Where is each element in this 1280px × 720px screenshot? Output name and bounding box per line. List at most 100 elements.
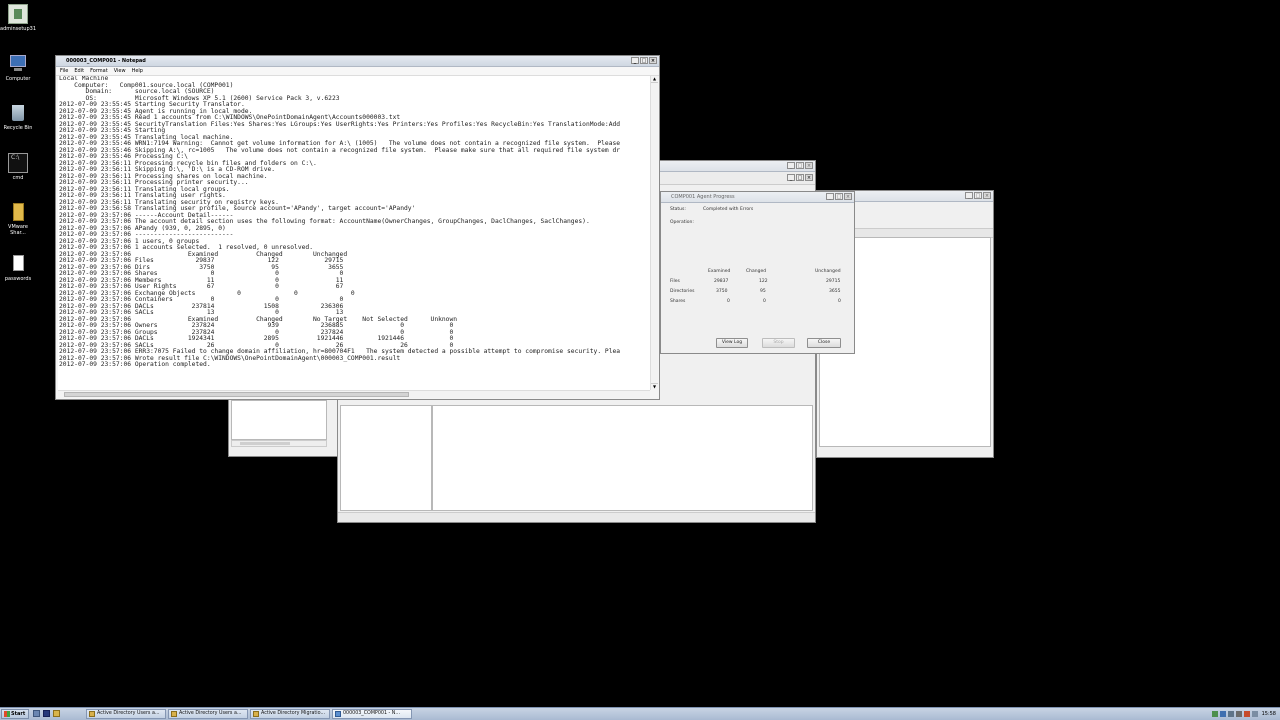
notepad-vertical-scrollbar[interactable]: ▲ ▼ [650,76,658,390]
menu-edit[interactable]: Edit [74,67,84,75]
close-icon[interactable]: × [649,57,657,64]
taskbar-item-label: Active Directory Users a... [97,711,160,716]
menu-format[interactable]: Format [90,67,108,75]
row-directories-unchanged: 3655 [829,289,841,294]
taskbar: Start Active Directory Users a... Active… [0,707,1280,720]
background-window-admt[interactable] [228,395,340,457]
vmware-tools-icon[interactable] [1235,711,1242,717]
speaker-icon[interactable] [1251,711,1258,717]
menu-file[interactable]: File [60,67,68,75]
minimize-icon[interactable]: _ [631,57,639,64]
windows-logo-icon [4,711,10,717]
installer-icon [8,4,28,24]
row-label-shares: Shares [670,299,686,304]
quick-launch [33,710,60,717]
aduc-icon [171,711,177,717]
close-button[interactable]: Close [807,338,841,348]
scroll-up-arrow-icon[interactable]: ▲ [651,76,658,83]
scroll-down-arrow-icon[interactable]: ▼ [651,383,658,390]
desktop-icon-label: VMware Shar... [8,224,28,236]
desktop-icon-label: passwords [4,276,32,282]
taskbar-item-admt[interactable]: Active Directory Migratio... [250,709,330,719]
notepad-icon [335,711,341,717]
row-files-unchanged: 29715 [826,279,841,284]
taskbar-item-aduc-1[interactable]: Active Directory Users a... [86,709,166,719]
maximize-icon[interactable]: □ [796,162,804,169]
maximize-icon[interactable]: □ [835,193,843,200]
agent-progress-title: COMP001 Agent Progress [671,194,735,200]
taskbar-item-aduc-2[interactable]: Active Directory Users a... [168,709,248,719]
view-log-button[interactable]: View Log [716,338,748,348]
agent-progress-titlebar[interactable]: COMP001 Agent Progress _ □ × [661,192,854,203]
start-label: Start [11,711,26,717]
aduc-1-details-pane[interactable] [432,405,813,511]
taskbar-item-label: Active Directory Migratio... [261,711,326,716]
network-icon[interactable] [1211,711,1218,717]
system-tray: 15:58 [1211,710,1278,718]
maximize-icon[interactable]: □ [974,192,982,199]
notepad-horizontal-scrollbar[interactable] [58,390,650,398]
desktop-icon-label: Computer [5,76,31,82]
column-header-unchanged: Unchanged [815,269,841,274]
volume-icon[interactable] [1227,711,1234,717]
powershell-icon[interactable] [43,710,50,717]
minimize-icon[interactable]: _ [787,162,795,169]
desktop-icon-recycle-bin[interactable]: Recycle Bin [0,103,36,131]
row-label-directories: Directories [670,289,695,294]
menu-help[interactable]: Help [132,67,143,75]
flag-icon[interactable] [1243,711,1250,717]
agent-progress-dialog[interactable]: COMP001 Agent Progress _ □ × Status: Com… [660,191,855,354]
minimize-icon[interactable]: _ [787,174,795,181]
menu-view[interactable]: View [114,67,126,75]
desktop-icon-computer[interactable]: Computer [0,54,36,82]
row-label-files: Files [670,279,680,284]
start-button[interactable]: Start [1,709,29,719]
taskbar-item-notepad[interactable]: 000003_COMP001 - N... [332,709,412,719]
notepad-window[interactable]: 000003_COMP001 - Notepad _ □ × File Edit… [55,55,660,400]
taskbar-item-label: 000003_COMP001 - N... [343,711,400,716]
tree-pane-hscrollbar[interactable] [231,440,327,447]
notepad-text-area[interactable]: Local Machine Computer: Comp001.source.l… [58,76,650,390]
explorer-icon[interactable] [53,710,60,717]
desktop-icon-label: adminsetup31 [0,26,37,32]
close-icon[interactable]: × [805,174,813,181]
row-directories-examined: 3750 [716,289,728,294]
desktop-icon-cmd[interactable]: C:\ cmd [0,153,36,181]
row-directories-changed: 95 [760,289,766,294]
restore-icon[interactable]: □ [796,174,804,181]
document-icon [8,254,28,274]
row-shares-changed: 0 [763,299,766,304]
desktop-icon-vmware-share[interactable]: VMware Shar... [0,202,36,236]
computer-icon [8,54,28,74]
column-header-changed: Changed [746,269,767,274]
notepad-title: 000003_COMP001 - Notepad [66,58,146,64]
server-manager-icon[interactable] [33,710,40,717]
notepad-titlebar[interactable]: 000003_COMP001 - Notepad _ □ × [56,56,659,67]
close-icon[interactable]: × [844,193,852,200]
shield-icon[interactable] [1219,711,1226,717]
aduc-1-tree-pane[interactable] [340,405,432,511]
row-shares-unchanged: 0 [838,299,841,304]
horizontal-scroll-thumb[interactable] [64,392,409,397]
desktop-icon-adminsetup[interactable]: adminsetup31 [0,4,36,32]
desktop-icon-label: cmd [12,175,24,181]
console-icon: C:\ [8,153,28,173]
close-icon[interactable]: × [805,162,813,169]
close-icon[interactable]: × [983,192,991,199]
clock[interactable]: 15:58 [1260,710,1278,718]
tree-pane[interactable] [231,400,327,440]
row-files-examined: 29837 [714,279,729,284]
aduc-icon [89,711,95,717]
row-shares-examined: 0 [727,299,730,304]
minimize-icon[interactable]: _ [826,193,834,200]
desktop-icon-passwords[interactable]: passwords [0,254,36,282]
notepad-menubar: File Edit Format View Help [56,67,659,76]
log-line: 2012-07-09 23:57:06 Operation completed. [59,361,211,368]
maximize-icon[interactable]: □ [640,57,648,64]
operation-label: Operation: [670,220,694,225]
minimize-icon[interactable]: _ [965,192,973,199]
stop-button[interactable]: Stop [762,338,795,348]
column-header-examined: Examined [708,269,731,274]
folder-icon [8,202,28,222]
recycle-bin-icon [8,103,28,123]
